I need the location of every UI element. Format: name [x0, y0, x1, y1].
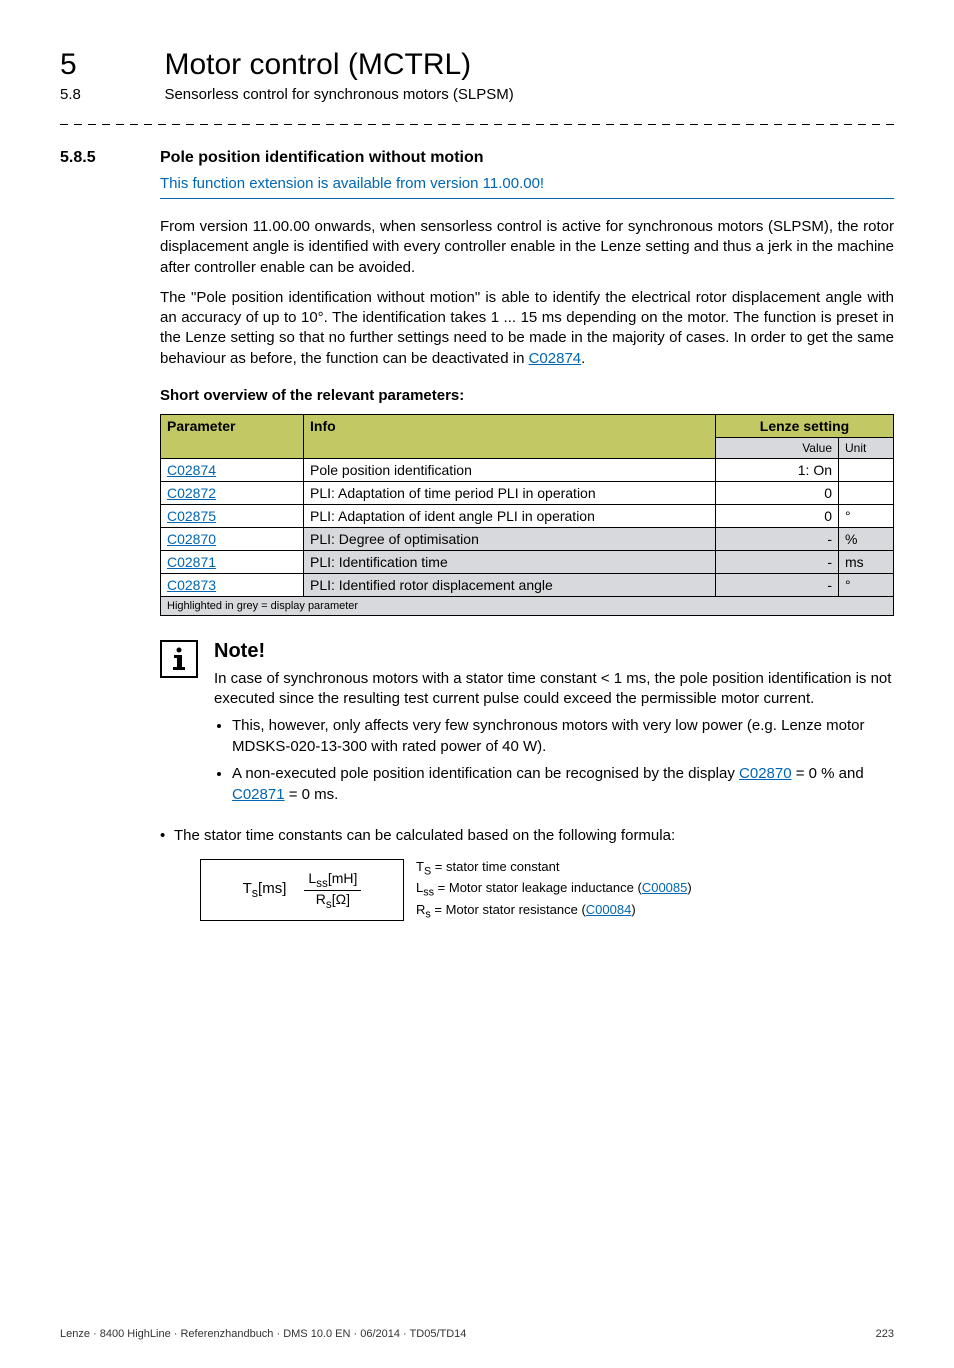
param-link[interactable]: C02875	[167, 508, 216, 524]
note-body: In case of synchronous motors with a sta…	[214, 669, 894, 710]
param-link[interactable]: C02871	[167, 554, 216, 570]
formula-box: Ts[ms] Lss[mH] Rs[Ω]	[200, 859, 404, 922]
cell-value: 0	[716, 504, 839, 527]
table-row: C02873 PLI: Identified rotor displacemen…	[161, 573, 894, 596]
cell-info: PLI: Identified rotor displacement angle	[304, 573, 716, 596]
cell-value: 0	[716, 481, 839, 504]
extension-note: This function extension is available fro…	[160, 175, 894, 192]
footer-left: Lenze · 8400 HighLine · Referenzhandbuch…	[60, 1328, 466, 1340]
table-footnote-row: Highlighted in grey = display parameter	[161, 596, 894, 615]
param-link[interactable]: C02872	[167, 485, 216, 501]
divider	[60, 124, 894, 125]
cell-value: -	[716, 550, 839, 573]
cell-info: PLI: Adaptation of ident angle PLI in op…	[304, 504, 716, 527]
cell-unit	[839, 458, 894, 481]
body-paragraph: The "Pole position identification withou…	[160, 288, 894, 369]
cell-info: PLI: Identification time	[304, 550, 716, 573]
col-header-info: Info	[304, 414, 716, 458]
formula-row: Ts[ms] Lss[mH] Rs[Ω] TS = stator time co…	[160, 858, 894, 922]
param-link[interactable]: C02871	[232, 786, 285, 803]
table-row: C02871 PLI: Identification time - ms	[161, 550, 894, 573]
list-item: This, however, only affects very few syn…	[232, 715, 894, 757]
cell-value: -	[716, 527, 839, 550]
footer-page-number: 223	[876, 1328, 894, 1340]
param-link[interactable]: C00085	[642, 880, 688, 895]
cell-unit: °	[839, 573, 894, 596]
table-row: C02870 PLI: Degree of optimisation - %	[161, 527, 894, 550]
parameter-table: Parameter Info Lenze setting Value Unit …	[160, 414, 894, 616]
note-callout: Note! In case of synchronous motors with…	[160, 640, 894, 812]
cell-unit: %	[839, 527, 894, 550]
col-header-parameter: Parameter	[161, 414, 304, 458]
cell-info: Pole position identification	[304, 458, 716, 481]
param-link[interactable]: C02870	[739, 765, 792, 782]
chapter-title: Motor control (MCTRL)	[164, 48, 471, 82]
body-paragraph: From version 11.00.00 onwards, when sens…	[160, 217, 894, 278]
text: = 0 ms.	[285, 786, 339, 803]
text: .	[581, 350, 585, 367]
formula-legend: TS = stator time constant Lss = Motor st…	[416, 858, 692, 922]
subchapter-number: 5.8	[60, 86, 160, 103]
table-footnote: Highlighted in grey = display parameter	[161, 596, 894, 615]
text: A non-executed pole position identificat…	[232, 765, 739, 782]
formula-fraction: Lss[mH] Rs[Ω]	[304, 870, 361, 911]
table-row: C02875 PLI: Adaptation of ident angle PL…	[161, 504, 894, 527]
table-row: C02874 Pole position identification 1: O…	[161, 458, 894, 481]
list-item: • The stator time constants can be calcu…	[160, 827, 894, 844]
param-link[interactable]: C02874	[529, 350, 582, 367]
page-footer: Lenze · 8400 HighLine · Referenzhandbuch…	[60, 1328, 894, 1340]
list-item: A non-executed pole position identificat…	[232, 763, 894, 805]
formula-ts: Ts[ms]	[243, 880, 287, 900]
cell-value: 1: On	[716, 458, 839, 481]
cell-info: PLI: Adaptation of time period PLI in op…	[304, 481, 716, 504]
section-number: 5.8.5	[60, 149, 160, 167]
col-header-value: Value	[716, 437, 839, 458]
table-heading: Short overview of the relevant parameter…	[160, 387, 894, 404]
section-title: Pole position identification without mot…	[160, 149, 484, 167]
note-title: Note!	[214, 640, 894, 663]
cell-value: -	[716, 573, 839, 596]
cell-info: PLI: Degree of optimisation	[304, 527, 716, 550]
col-header-lenze: Lenze setting	[716, 414, 894, 437]
page-header: 5 Motor control (MCTRL) 5.8 Sensorless c…	[60, 48, 894, 104]
param-link[interactable]: C00084	[586, 902, 632, 917]
param-link[interactable]: C02873	[167, 577, 216, 593]
text: The "Pole position identification withou…	[160, 289, 894, 367]
blue-underline	[160, 198, 894, 199]
text: The stator time constants can be calcula…	[174, 827, 675, 844]
table-row: C02872 PLI: Adaptation of time period PL…	[161, 481, 894, 504]
subchapter-title: Sensorless control for synchronous motor…	[164, 86, 513, 103]
param-link[interactable]: C02870	[167, 531, 216, 547]
chapter-number: 5	[60, 48, 160, 82]
col-header-unit: Unit	[839, 437, 894, 458]
cell-unit: ms	[839, 550, 894, 573]
info-icon	[160, 640, 198, 678]
cell-unit: °	[839, 504, 894, 527]
cell-unit	[839, 481, 894, 504]
param-link[interactable]: C02874	[167, 462, 216, 478]
text: = 0 % and	[792, 765, 864, 782]
